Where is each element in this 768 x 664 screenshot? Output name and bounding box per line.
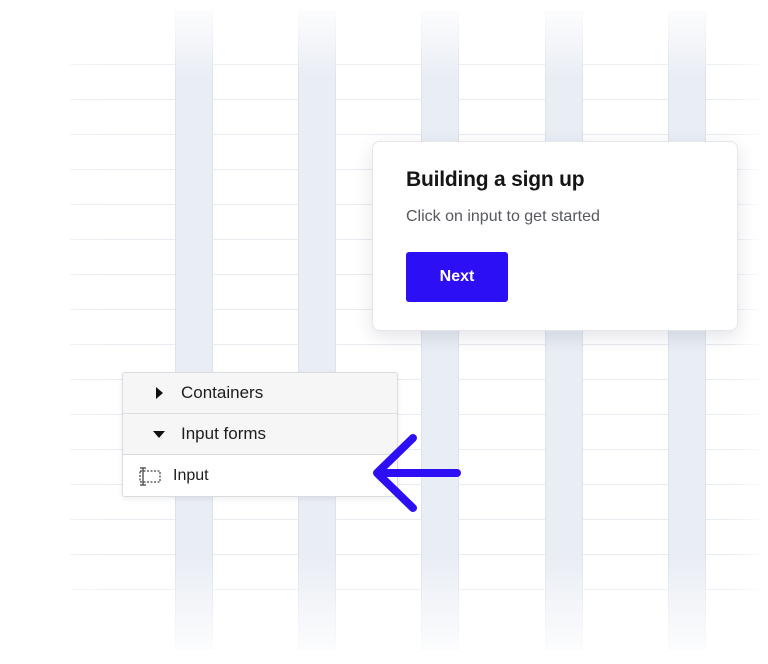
tree-item-input-forms[interactable]: Input forms [123, 414, 397, 455]
tooltip-title: Building a sign up [406, 168, 585, 191]
grid-fade [0, 0, 768, 80]
grid-column [175, 10, 213, 650]
tree-item-label: Input [173, 466, 209, 484]
onboarding-tooltip: Building a sign up Click on input to get… [372, 141, 738, 331]
background-grid [0, 0, 768, 664]
grid-line [70, 99, 760, 100]
grid-line [70, 554, 760, 555]
tree-item-label: Containers [181, 383, 264, 402]
input-field-icon [135, 466, 163, 486]
tree-item-containers[interactable]: Containers [123, 373, 397, 414]
grid-column [298, 10, 336, 650]
caret-right-icon [156, 387, 163, 399]
grid-line [70, 134, 760, 135]
grid-fade [0, 554, 768, 664]
tree-item-label: Input forms [181, 424, 267, 443]
arrow-left-icon [373, 434, 461, 512]
grid-line [70, 519, 760, 520]
grid-line [70, 344, 760, 345]
grid-line [70, 589, 760, 590]
caret-down-icon [153, 430, 165, 438]
next-button[interactable]: Next [406, 252, 508, 302]
tooltip-description: Click on input to get started [406, 208, 600, 225]
grid-line [70, 64, 760, 65]
tree-item-input[interactable]: Input [123, 455, 397, 496]
component-tree: Containers Input forms Input [122, 372, 398, 497]
